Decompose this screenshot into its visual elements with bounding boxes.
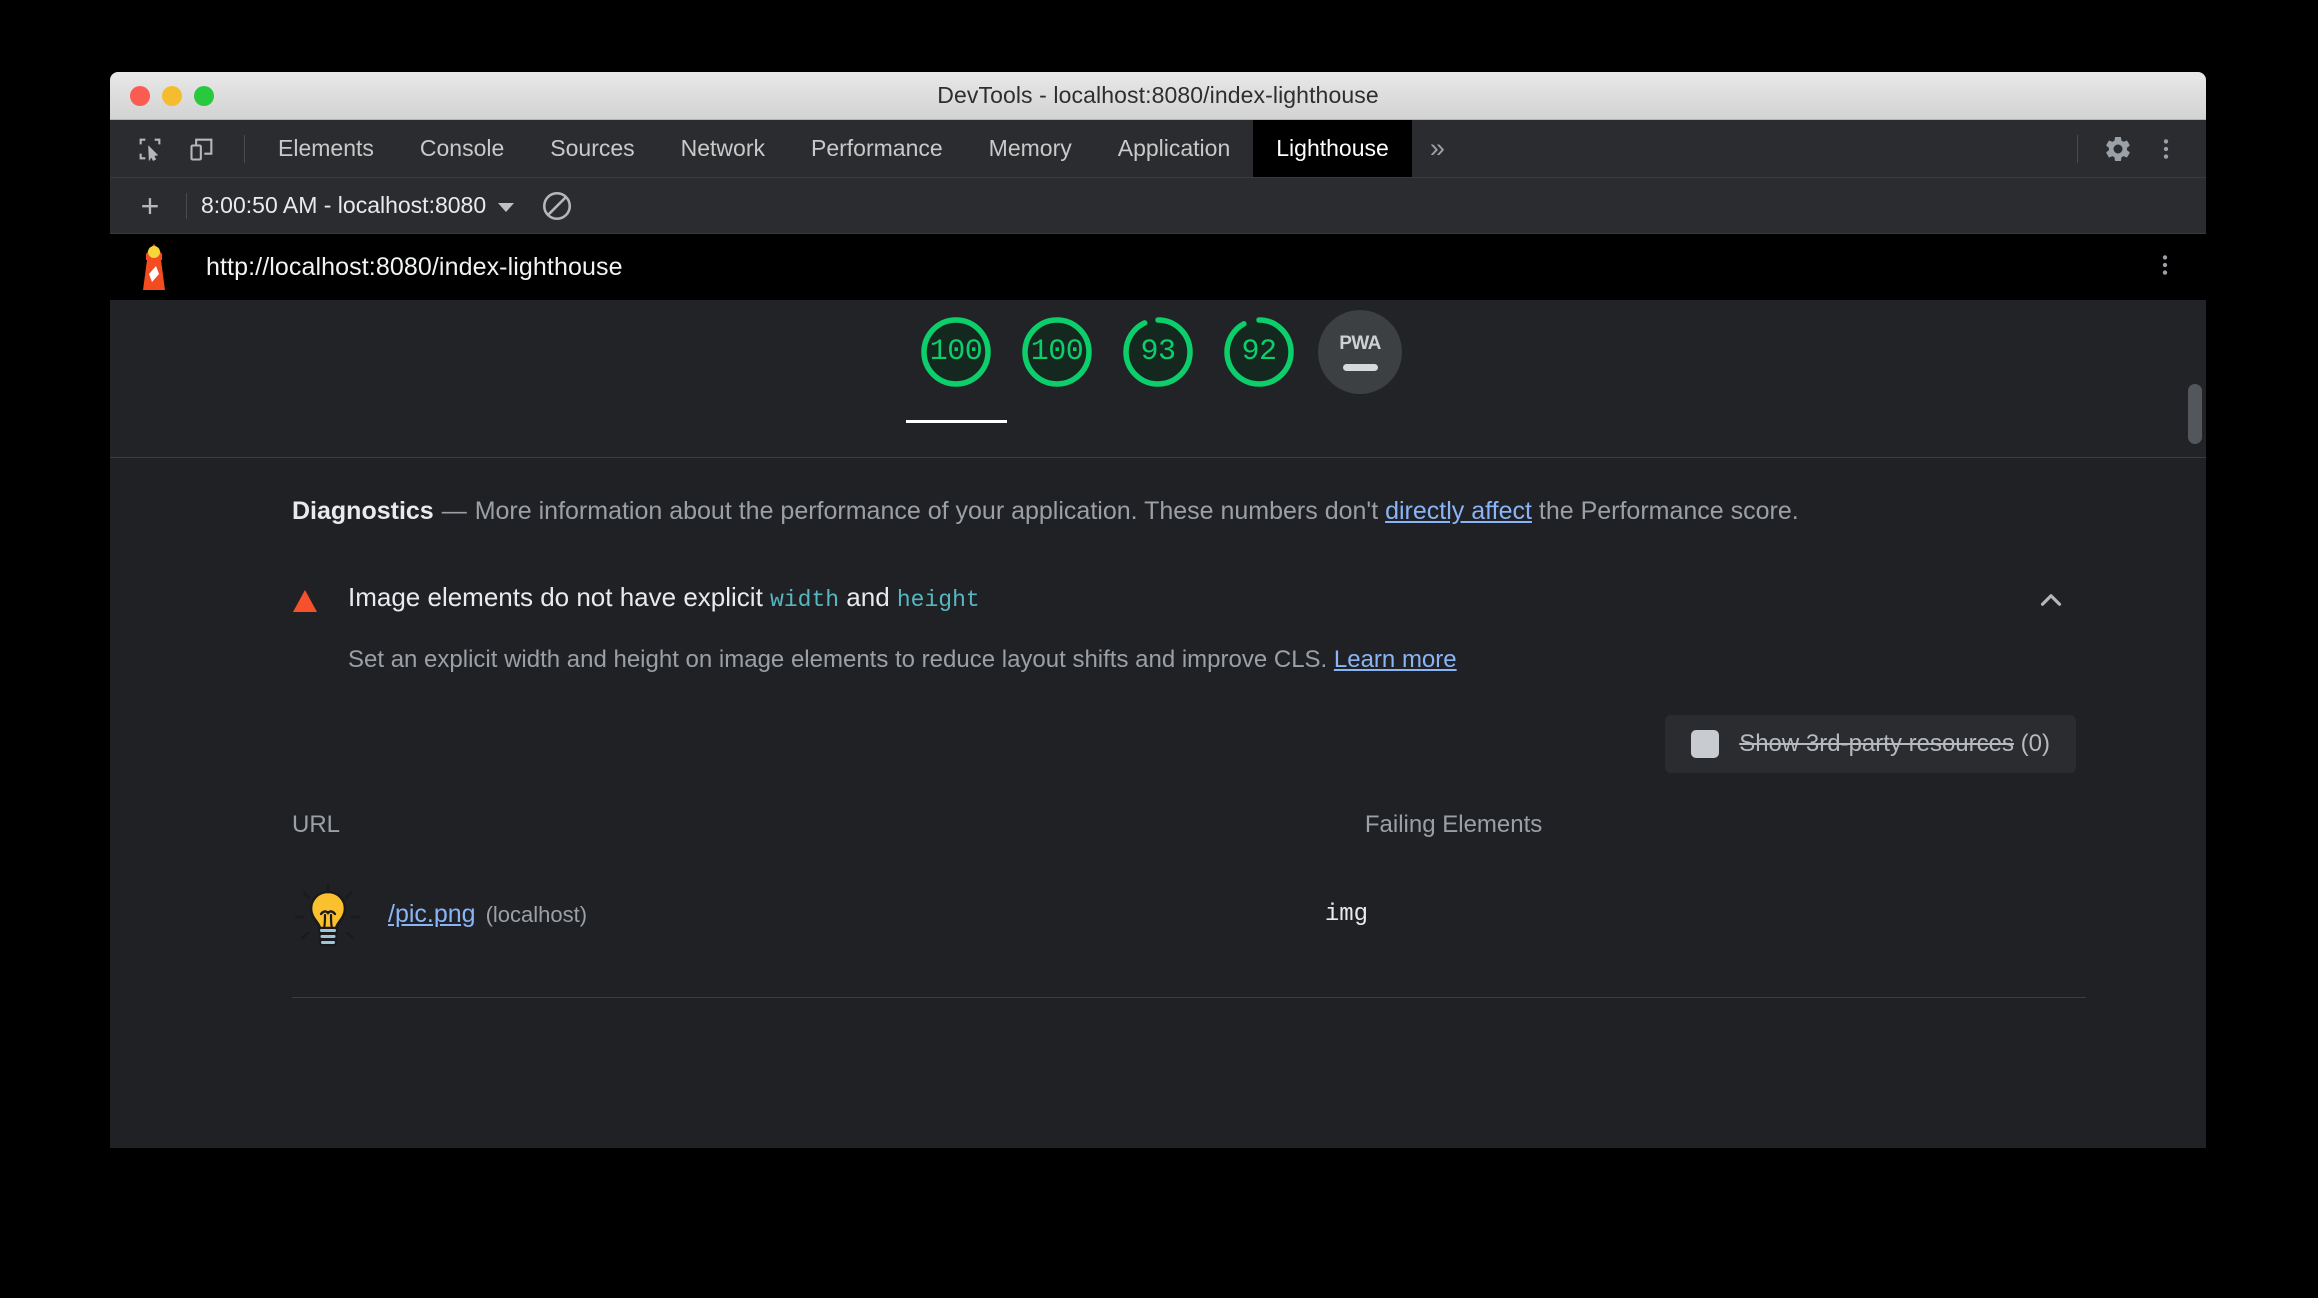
audit-description: Set an explicit width and height on imag… [348, 643, 2086, 677]
third-party-filter-count: (0) [2020, 729, 2050, 757]
third-party-filter-label: Show 3rd-party resources (0) [1739, 730, 2050, 758]
devtools-tabbar: Elements Console Sources Network Perform… [110, 120, 2206, 178]
lightbulb-image-thumbnail [292, 879, 364, 951]
directly-affect-link[interactable]: directly affect [1385, 497, 1532, 525]
diagnostics-section: Diagnostics — More information about the p… [110, 458, 2206, 951]
more-options-kebab-icon[interactable] [2144, 127, 2188, 171]
no-entry-icon[interactable] [540, 189, 574, 223]
lighthouse-icon [128, 241, 180, 293]
tabbar-right-controls [2063, 120, 2206, 177]
inspect-element-icon[interactable] [130, 129, 170, 169]
runbar-divider [186, 192, 187, 219]
new-report-button[interactable]: + [128, 184, 172, 228]
tab-memory[interactable]: Memory [966, 120, 1095, 177]
tab-network[interactable]: Network [658, 120, 788, 177]
table-row: /pic.png (localhost) img [292, 865, 2086, 951]
url-cell-content: /pic.png (localhost) [292, 879, 1325, 951]
report-body: Diagnostics — More information about the p… [110, 458, 2206, 998]
tab-elements[interactable]: Elements [255, 120, 397, 177]
resource-host-label: (localhost) [485, 902, 588, 928]
tab-lighthouse[interactable]: Lighthouse [1253, 120, 1412, 177]
audit-description-text: Set an explicit width and height on imag… [348, 646, 1334, 674]
gauge-seo[interactable]: 92 [1209, 310, 1310, 410]
gauge-seo-score: 92 [1241, 335, 1277, 369]
gauge-seo-ring: 92 [1217, 310, 1301, 394]
lighthouse-report: http://localhost:8080/index-lighthouse 1… [110, 234, 2206, 1148]
third-party-filter-text: Show 3rd-party resources [1739, 729, 2014, 757]
tabbar-divider [244, 134, 245, 163]
pwa-badge: PWA [1318, 310, 1402, 394]
pwa-not-applicable-dash-icon [1342, 364, 1378, 371]
window-title: DevTools - localhost:8080/index-lighthou… [937, 82, 1379, 108]
tabbar-left-icons [110, 120, 234, 177]
settings-gear-icon[interactable] [2096, 127, 2140, 171]
third-party-filter-chip[interactable]: Show 3rd-party resources (0) [1665, 714, 2076, 773]
audit-title-row[interactable]: Image elements do not have explicit widt… [292, 581, 2086, 616]
gauge-pwa[interactable]: PWA [1310, 310, 1411, 410]
learn-more-link[interactable]: Learn more [1334, 646, 1457, 673]
gauge-accessibility[interactable]: 100 [1007, 310, 1108, 410]
url-cell: /pic.png (localhost) [292, 865, 1325, 951]
audit-title: Image elements do not have explicit widt… [348, 581, 980, 616]
third-party-checkbox[interactable] [1691, 729, 1720, 758]
report-header: http://localhost:8080/index-lighthouse [110, 234, 2206, 300]
audit-title-middle: and [839, 581, 897, 612]
gauge-list: 100 100 93 92 PWA [905, 300, 1411, 423]
window-titlebar: DevTools - localhost:8080/index-lighthou… [110, 72, 2206, 120]
tab-list: Elements Console Sources Network Perform… [255, 120, 1463, 177]
column-header-url[interactable]: URL [292, 801, 1325, 865]
more-tabs-chevron-icon[interactable]: » [1412, 120, 1463, 177]
warning-triangle-icon [292, 589, 318, 613]
audit-code-height: height [896, 586, 980, 613]
lighthouse-runbar: + 8:00:50 AM - localhost:8080 [110, 178, 2206, 234]
gauge-performance-ring: 100 [914, 310, 998, 394]
audit-table-head: URL Failing Elements [292, 801, 2086, 865]
scrollbar-thumb[interactable] [2188, 384, 2202, 444]
url-link-group: /pic.png (localhost) [388, 900, 587, 929]
diagnostics-heading: Diagnostics — More information about the p… [292, 494, 2086, 529]
gauge-best-practices[interactable]: 93 [1108, 310, 1209, 410]
failing-element-cell: img [1324, 901, 1369, 929]
report-url: http://localhost:8080/index-lighthouse [206, 252, 623, 281]
report-options-kebab-icon[interactable] [2152, 252, 2178, 283]
devtools-window: DevTools - localhost:8080/index-lighthou… [110, 72, 2206, 1148]
tab-console[interactable]: Console [397, 120, 527, 177]
resource-url-link[interactable]: /pic.png [388, 900, 476, 928]
diagnostics-text-before: More information about the performance o… [474, 497, 1386, 525]
tabbar-right-divider [2077, 134, 2078, 163]
audit-table-header-row: URL Failing Elements [292, 801, 2086, 865]
category-score-gauges: 100 100 93 92 PWA [110, 300, 2206, 458]
gauge-accessibility-ring: 100 [1015, 310, 1099, 394]
gauge-best-practices-score: 93 [1140, 335, 1176, 369]
run-selector-label: 8:00:50 AM - localhost:8080 [201, 192, 487, 218]
audit-image-size-responsive: Image elements do not have explicit widt… [292, 581, 2086, 951]
third-party-filter-row: Show 3rd-party resources (0) [292, 714, 2076, 773]
gauge-performance-score: 100 [929, 335, 983, 369]
audit-results-table: URL Failing Elements /pic.png (localhost… [292, 801, 2086, 951]
device-toolbar-icon[interactable] [182, 129, 222, 169]
diagnostics-title: Diagnostics [292, 497, 434, 525]
audit-table-body: /pic.png (localhost) img [292, 865, 2086, 951]
gauge-performance[interactable]: 100 [905, 310, 1007, 423]
run-selector-dropdown[interactable]: 8:00:50 AM - localhost:8080 [201, 192, 515, 219]
audit-code-width: width [770, 586, 840, 613]
gauge-best-practices-ring: 93 [1116, 310, 1200, 394]
tab-performance[interactable]: Performance [788, 120, 966, 177]
report-vertical-scrollbar[interactable] [2187, 300, 2203, 1148]
gauge-accessibility-score: 100 [1030, 335, 1084, 369]
diagnostics-dash: — [441, 497, 467, 525]
screen: DevTools - localhost:8080/index-lighthou… [0, 0, 2318, 1298]
tab-sources[interactable]: Sources [527, 120, 657, 177]
audit-title-before: Image elements do not have explicit [348, 581, 771, 612]
diagnostics-text-after: the Performance score. [1531, 497, 1799, 525]
audit-bottom-divider [292, 996, 2086, 998]
chevron-up-icon[interactable] [2034, 583, 2068, 617]
tab-application[interactable]: Application [1095, 120, 1254, 177]
column-header-failing-elements[interactable]: Failing Elements [1325, 801, 2086, 865]
chevron-down-icon [498, 202, 515, 212]
pwa-label: PWA [1339, 333, 1381, 354]
